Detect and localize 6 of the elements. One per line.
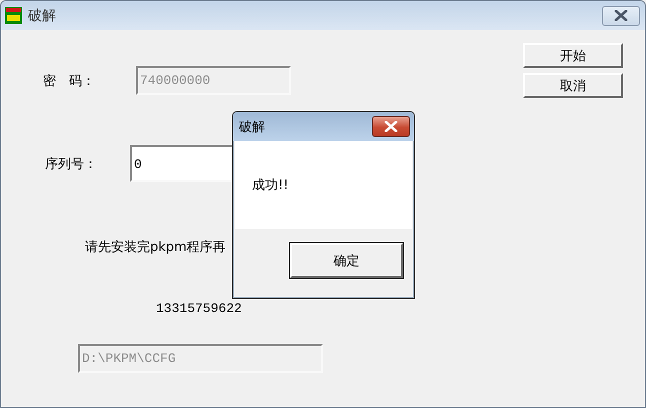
dialog-title: 破解: [239, 118, 265, 136]
note-text: 请先安装完pkpm程序再: [84, 239, 227, 256]
window-title: 破解: [28, 6, 56, 24]
serial-label: 序列号：: [45, 156, 98, 172]
password-label: 密 码：: [43, 72, 96, 90]
phone-number: 13315759622: [156, 301, 242, 316]
